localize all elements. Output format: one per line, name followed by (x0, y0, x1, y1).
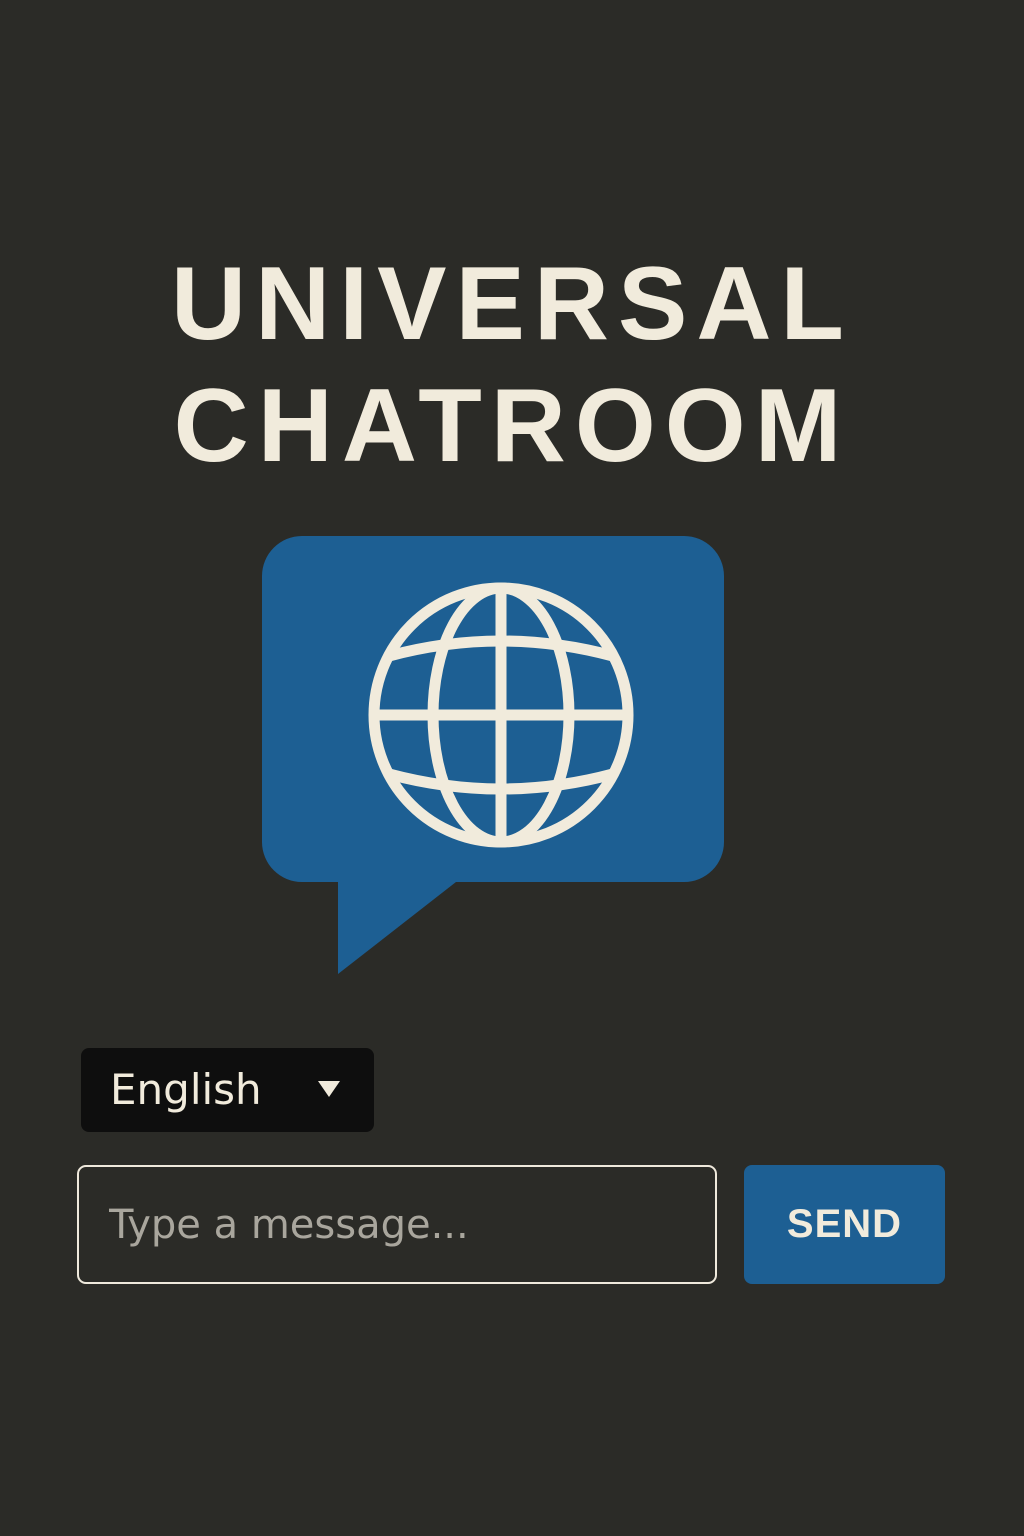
language-select[interactable]: English (81, 1048, 374, 1132)
caret-down-icon (318, 1081, 340, 1097)
app-title-line-1: UNIVERSAL (171, 246, 853, 362)
language-select-value: English (110, 1065, 262, 1114)
globe-chat-bubble-icon (262, 536, 724, 974)
send-button[interactable]: SEND (744, 1165, 945, 1284)
app-title-line-2: CHATROOM (173, 368, 851, 484)
message-input[interactable] (77, 1165, 717, 1284)
